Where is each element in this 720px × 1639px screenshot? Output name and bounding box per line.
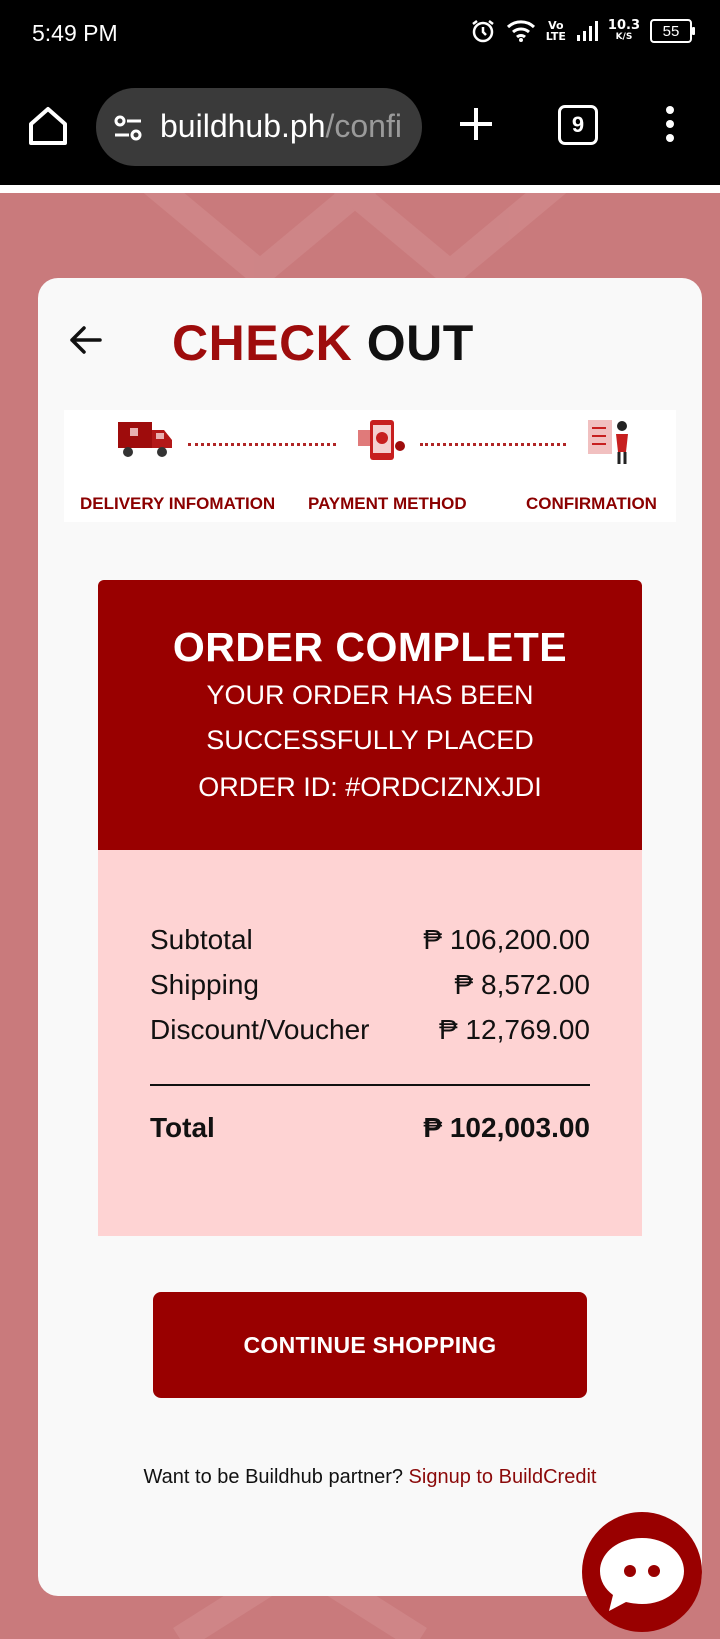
page-top-strip bbox=[0, 185, 720, 193]
step-delivery-information: DELIVERY INFOMATION bbox=[80, 494, 276, 513]
total-label: Total bbox=[150, 1112, 215, 1143]
discount-row: Discount/Voucher ₱ 12,769.00 bbox=[150, 1014, 590, 1046]
subtotal-label: Subtotal bbox=[150, 924, 253, 955]
order-success-message: YOUR ORDER HAS BEEN SUCCESSFULLY PLACED bbox=[206, 680, 534, 755]
delivery-truck-icon bbox=[118, 422, 172, 457]
tab-switcher-button[interactable]: 9 bbox=[558, 105, 598, 145]
order-complete-banner: ORDER COMPLETE YOUR ORDER HAS BEEN SUCCE… bbox=[98, 580, 642, 850]
new-tab-icon[interactable] bbox=[456, 104, 496, 144]
signup-buildcredit-link[interactable]: Signup to BuildCredit bbox=[409, 1466, 597, 1488]
partner-text: Want to be Buildhub partner? bbox=[143, 1466, 403, 1488]
address-bar[interactable]: buildhub.ph/confi bbox=[96, 88, 422, 166]
shipping-value: ₱ 8,572.00 bbox=[454, 969, 590, 1000]
order-id: ORDER ID: #ORDCIZNXJDI bbox=[198, 772, 542, 802]
step-payment-method: PAYMENT METHOD bbox=[308, 494, 467, 513]
checkout-steps: DELIVERY INFOMATION PAYMENT METHOD CONFI… bbox=[64, 410, 676, 522]
subtotal-value: ₱ 106,200.00 bbox=[423, 924, 590, 955]
total-value: ₱ 102,003.00 bbox=[423, 1112, 590, 1143]
shipping-row: Shipping ₱ 8,572.00 bbox=[150, 969, 590, 1001]
status-icons: Vo LTE 10.3 K/S 55 bbox=[470, 18, 695, 44]
discount-value: ₱ 12,769.00 bbox=[438, 1014, 590, 1045]
continue-shopping-button[interactable]: CONTINUE SHOPPING bbox=[153, 1292, 587, 1398]
partner-signup-prompt: Want to be Buildhub partner? Signup to B… bbox=[38, 1466, 702, 1489]
signal-icon bbox=[576, 21, 598, 41]
shipping-label: Shipping bbox=[150, 969, 259, 1000]
url-path: /confi bbox=[325, 108, 402, 144]
confirmation-checklist-icon bbox=[588, 420, 628, 464]
discount-label: Discount/Voucher bbox=[150, 1014, 370, 1045]
checkout-card: CHECK OUT DELIVERY INFOMATION PAYMENT ME bbox=[38, 278, 702, 1596]
back-arrow-icon[interactable] bbox=[66, 320, 106, 360]
browser-toolbar: buildhub.ph/confi 9 bbox=[0, 72, 720, 185]
site-settings-icon[interactable] bbox=[112, 112, 144, 144]
battery-indicator: 55 bbox=[650, 19, 695, 43]
payment-phone-icon bbox=[358, 420, 405, 460]
more-menu-icon[interactable] bbox=[664, 106, 676, 146]
step-confirmation: CONFIRMATION bbox=[526, 494, 657, 513]
home-icon[interactable] bbox=[26, 104, 70, 148]
url-domain: buildhub.ph bbox=[160, 108, 326, 144]
network-speed: 10.3 K/S bbox=[607, 18, 640, 42]
alarm-icon bbox=[471, 20, 494, 43]
order-complete-title: ORDER COMPLETE bbox=[172, 624, 568, 670]
total-row: Total ₱ 102,003.00 bbox=[150, 1112, 590, 1144]
wifi-icon bbox=[506, 20, 535, 42]
step-connector bbox=[420, 443, 566, 446]
page-title: CHECK OUT bbox=[172, 315, 474, 371]
order-summary: Subtotal ₱ 106,200.00 Shipping ₱ 8,572.0… bbox=[98, 850, 642, 1236]
network-type: Vo LTE bbox=[545, 19, 566, 43]
status-bar: 5:49 PM Vo LTE 10.3 K/S 55 bbox=[0, 0, 720, 72]
summary-divider bbox=[150, 1084, 590, 1086]
chat-bubble-icon bbox=[600, 1538, 684, 1611]
step-connector bbox=[188, 443, 336, 446]
chat-button[interactable] bbox=[582, 1512, 702, 1632]
status-time: 5:49 PM bbox=[32, 20, 118, 46]
url-text[interactable]: buildhub.ph/confi bbox=[160, 108, 402, 145]
subtotal-row: Subtotal ₱ 106,200.00 bbox=[150, 924, 590, 956]
